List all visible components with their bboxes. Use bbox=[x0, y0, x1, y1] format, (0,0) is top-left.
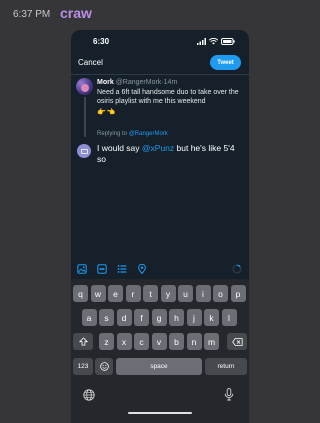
compose-divider bbox=[71, 74, 249, 75]
key-w[interactable]: w bbox=[90, 285, 106, 302]
original-tweet-avatar[interactable] bbox=[76, 78, 93, 95]
home-indicator[interactable] bbox=[128, 411, 192, 414]
microphone-icon[interactable] bbox=[224, 388, 234, 401]
key-x[interactable]: x bbox=[116, 333, 132, 350]
replying-to-label: Replying to bbox=[97, 131, 128, 137]
original-tweet-age: 14m bbox=[163, 79, 178, 86]
key-l[interactable]: l bbox=[221, 309, 237, 326]
replying-to-handle[interactable]: @RangerMork bbox=[129, 131, 168, 137]
key-s[interactable]: s bbox=[99, 309, 114, 326]
emoji-key[interactable] bbox=[95, 358, 113, 375]
key-c[interactable]: c bbox=[134, 333, 149, 350]
key-a[interactable]: a bbox=[81, 309, 97, 326]
key-z[interactable]: z bbox=[99, 333, 114, 350]
original-tweet-author-name: Mork bbox=[97, 79, 114, 86]
shift-icon bbox=[78, 337, 88, 346]
backspace-icon bbox=[231, 337, 243, 346]
wifi-icon bbox=[209, 37, 218, 45]
emoji-icon bbox=[99, 362, 109, 371]
reply-mention: @xPunz bbox=[141, 143, 175, 153]
cancel-button[interactable]: Cancel bbox=[78, 58, 103, 67]
backspace-key[interactable] bbox=[227, 333, 247, 350]
progress-circle-icon bbox=[232, 264, 242, 274]
key-r[interactable]: r bbox=[125, 285, 141, 302]
original-tweet-header: Mork @RangerMork·14m bbox=[97, 79, 177, 86]
signal-icon bbox=[197, 37, 206, 45]
key-k[interactable]: k bbox=[204, 309, 219, 326]
gif-icon[interactable] bbox=[97, 264, 107, 274]
key-f[interactable]: f bbox=[134, 309, 149, 326]
original-tweet-emoji: 👉👈 bbox=[97, 109, 117, 116]
key-g[interactable]: g bbox=[151, 309, 167, 326]
replying-to-line: Replying to @RangerMork bbox=[97, 131, 168, 137]
chat-header: 6:37 PM craw bbox=[0, 0, 300, 28]
status-bar: 6:30 bbox=[71, 30, 249, 52]
key-h[interactable]: h bbox=[169, 309, 184, 326]
compose-bar: Cancel Tweet bbox=[71, 52, 249, 76]
location-icon[interactable] bbox=[137, 264, 147, 274]
image-icon[interactable] bbox=[77, 264, 87, 274]
key-j[interactable]: j bbox=[186, 309, 202, 326]
chat-username[interactable]: craw bbox=[60, 5, 92, 21]
key-b[interactable]: b bbox=[169, 333, 184, 350]
key-i[interactable]: i bbox=[195, 285, 211, 302]
status-icons bbox=[197, 37, 235, 45]
battery-icon bbox=[221, 37, 235, 45]
avatar-placeholder-icon bbox=[80, 148, 88, 154]
tweet-button[interactable]: Tweet bbox=[210, 55, 241, 70]
key-d[interactable]: d bbox=[116, 309, 132, 326]
key-n[interactable]: n bbox=[186, 333, 202, 350]
key-u[interactable]: u bbox=[178, 285, 193, 302]
key-v[interactable]: v bbox=[151, 333, 167, 350]
original-tweet-text: Need a 6ft tall handsome duo to take ove… bbox=[97, 89, 239, 105]
return-key[interactable]: return bbox=[205, 358, 247, 375]
keyboard: q w e r t y u i o p a s d f g h j k l z … bbox=[71, 279, 249, 423]
key-t[interactable]: t bbox=[143, 285, 158, 302]
thread-line bbox=[84, 97, 86, 137]
key-m[interactable]: m bbox=[204, 333, 219, 350]
globe-icon[interactable] bbox=[83, 389, 95, 401]
key-y[interactable]: y bbox=[160, 285, 176, 302]
key-e[interactable]: e bbox=[108, 285, 123, 302]
numbers-key[interactable]: 123 bbox=[73, 358, 93, 375]
shift-key[interactable] bbox=[73, 333, 93, 350]
poll-icon[interactable] bbox=[117, 264, 127, 274]
original-tweet-handle: @RangerMork bbox=[115, 79, 162, 86]
status-time: 6:30 bbox=[93, 37, 110, 46]
phone-screenshot: 6:30 Cancel Tweet Mork @RangerMork·14m N… bbox=[71, 30, 249, 423]
reply-text-start: I would say bbox=[97, 143, 142, 153]
key-o[interactable]: o bbox=[213, 285, 228, 302]
compose-toolbar bbox=[71, 262, 249, 278]
chat-timestamp: 6:37 PM bbox=[13, 9, 51, 20]
key-q[interactable]: q bbox=[73, 285, 88, 302]
reply-text-input[interactable]: I would say @xPunz but he's like 5'4 so bbox=[97, 143, 245, 165]
space-key[interactable]: space bbox=[116, 358, 202, 375]
my-avatar bbox=[77, 144, 91, 158]
key-p[interactable]: p bbox=[230, 285, 246, 302]
